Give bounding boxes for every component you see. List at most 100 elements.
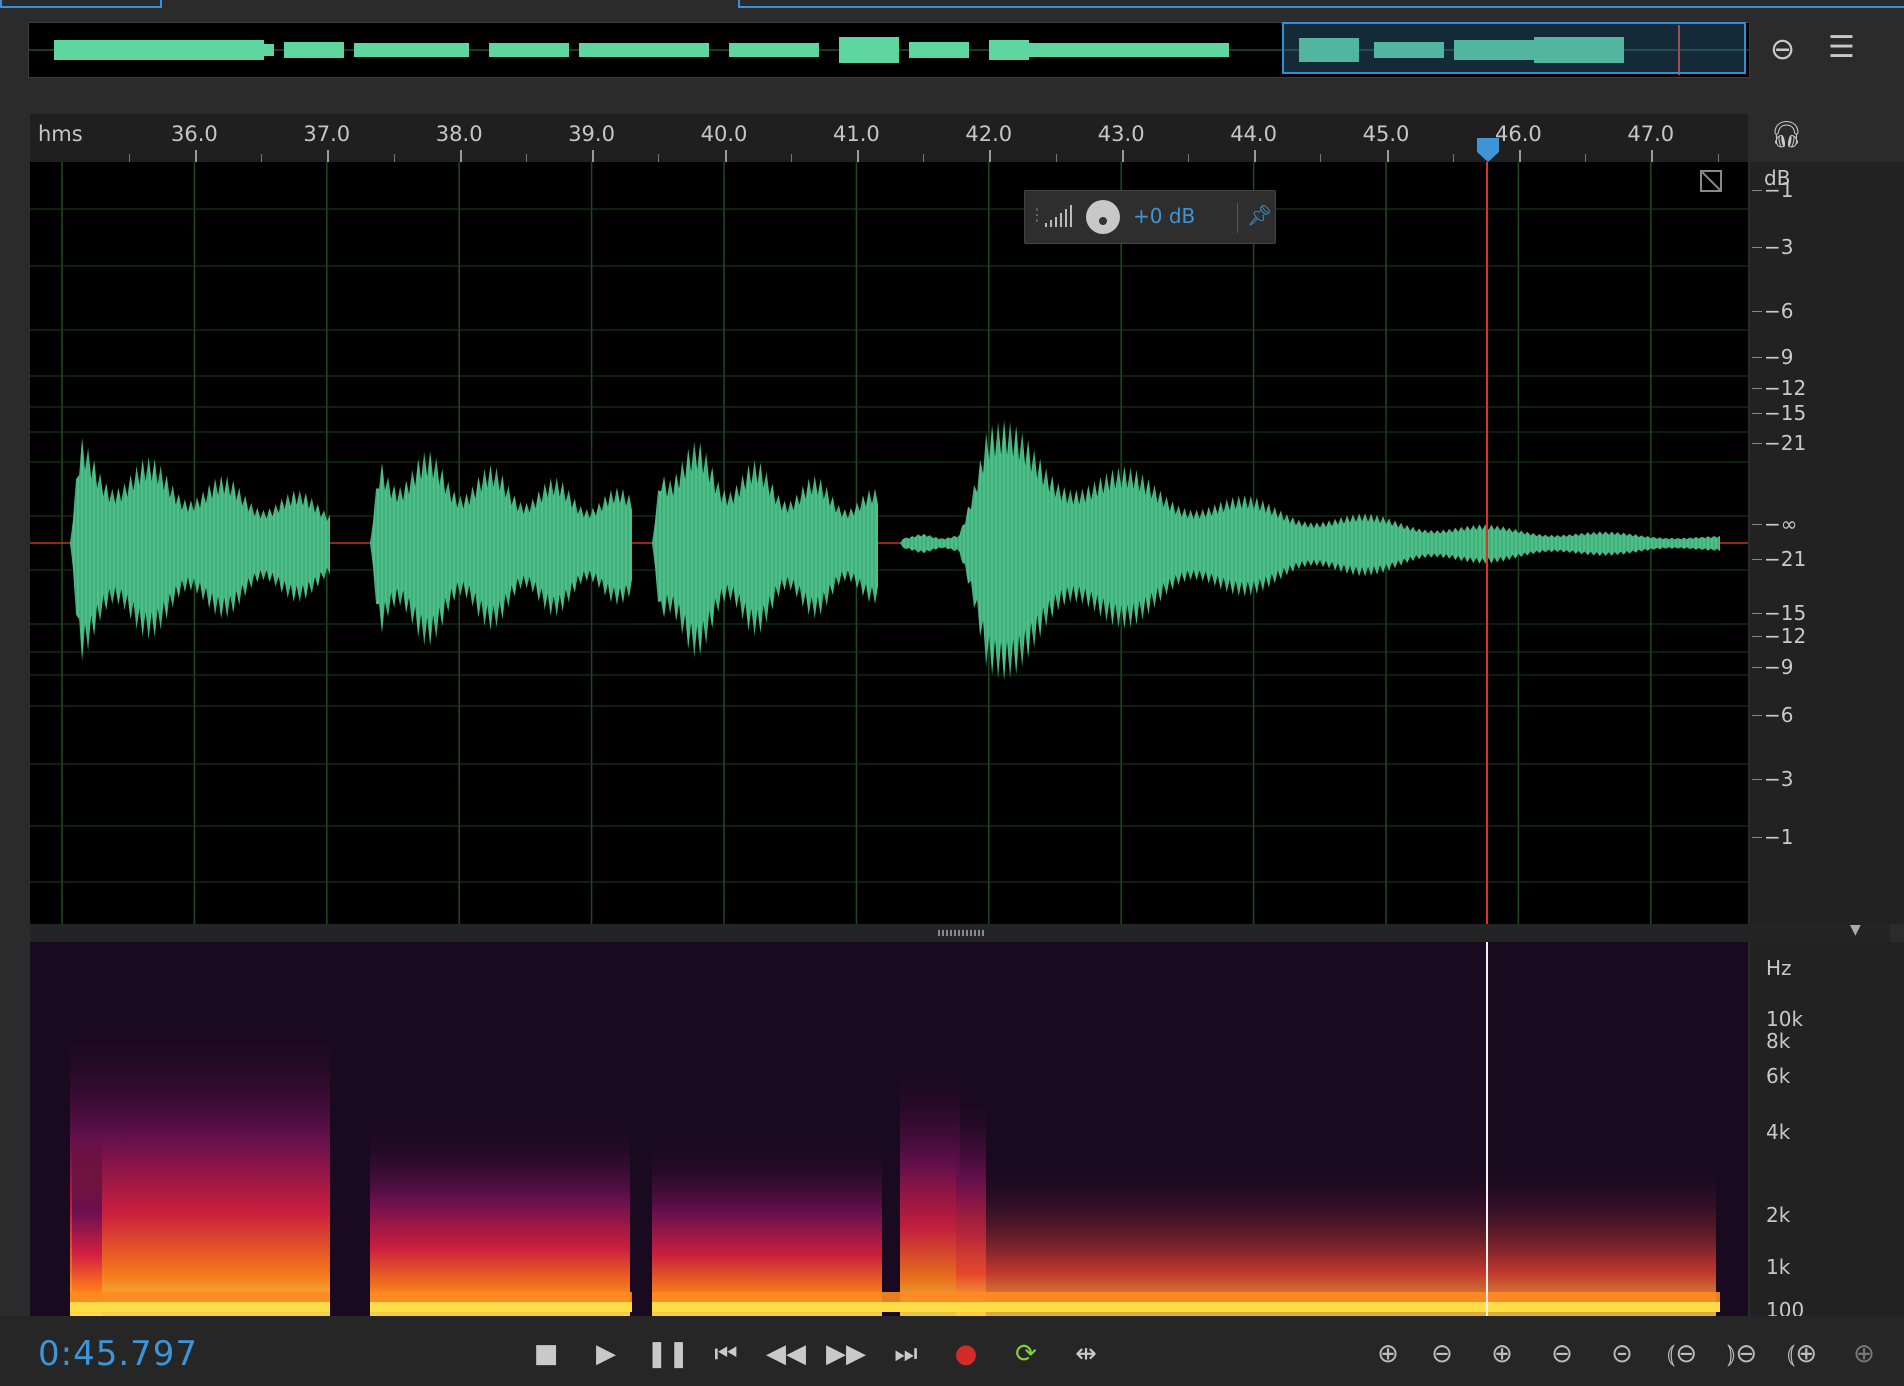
spectrogram-canvas [30,942,1748,1316]
ruler-major-tick [1519,150,1521,162]
db-scale-label: −12 [1764,376,1807,400]
ruler-minor-tick [1188,154,1189,162]
zoom-out-full-icon[interactable]: ⊖ [1770,32,1795,67]
db-scale-label: −21 [1764,547,1807,571]
zoom-to-selection-start-icon[interactable]: ⦅⊖ [1658,1336,1706,1372]
db-scale-tick [1752,413,1762,414]
ruler-major-tick [1386,150,1389,162]
hz-scale-label: 10k [1766,1007,1804,1031]
skip-selection-button[interactable]: ⇹ [1066,1336,1106,1372]
ruler-major-tick [195,150,197,162]
spectral-fundamental [70,1302,1720,1312]
gain-value[interactable]: +0 dB [1133,204,1195,228]
drag-handle-icon[interactable]: ⋮ [1029,205,1045,224]
time-display[interactable]: 0:45.797 [38,1334,198,1374]
db-scale-label: −12 [1764,624,1807,648]
spectral-gap [330,1242,370,1316]
zoom-out-time-icon[interactable]: ⊖ [1538,1336,1586,1372]
ruler-major-tick [989,150,992,162]
rewind-button[interactable]: ◀◀ [766,1336,806,1372]
ruler-minor-tick [1452,154,1454,162]
fast-forward-button[interactable]: ▶▶ [826,1336,866,1372]
db-scale-label: −9 [1764,655,1794,679]
db-scale-tick [1752,311,1762,312]
zoom-to-selection-icon[interactable]: ⦅⊕ [1778,1336,1826,1372]
ruler-minor-tick [1717,154,1719,162]
hz-scale-label: 6k [1766,1064,1791,1088]
pause-button[interactable]: ❚❚ [646,1336,690,1372]
hz-scale-label: 8k [1766,1029,1791,1053]
spectral-energy [370,1122,630,1316]
list-icon[interactable]: ☰ [1828,30,1855,65]
db-scale-tick [1752,559,1762,560]
waveform-canvas [30,162,1748,924]
playhead-marker[interactable] [1475,138,1501,164]
db-scale-tick [1752,190,1762,191]
zoom-out-amplitude-icon[interactable]: ⊖ [1418,1336,1466,1372]
spectral-energy [70,1022,330,1316]
stop-button[interactable]: ■ [526,1336,566,1372]
gain-hud[interactable]: ⋮ +0 dB 📌︎ [1024,190,1276,244]
zoom-into-selection-icon[interactable]: ⊕ [1840,1336,1888,1372]
db-scale-tick [1752,388,1762,389]
waveform-display[interactable] [30,162,1748,924]
ruler-tick-label: 42.0 [965,122,1013,146]
db-scale-label: −6 [1764,703,1794,727]
db-scale-label: −21 [1764,431,1807,455]
loop-playback-button[interactable]: ⟳ [1006,1336,1046,1372]
zoom-out-full-both-icon[interactable]: ⊝ [1598,1336,1646,1372]
db-scale-label: −3 [1764,235,1794,259]
ruler-major-tick [592,150,595,162]
amplitude-scale[interactable]: dB −1 −3 −6 −9 −12 −15 −21 −∞ −21 −15 −12 −9 −6 −3 −1 [1750,162,1904,924]
db-scale-tick [1752,524,1762,525]
chevron-down-icon[interactable]: ▼ [1850,922,1861,938]
frequency-scale[interactable]: Hz 10k 8k 6k 4k 2k 1k 100 [1750,942,1904,1322]
gain-knob[interactable] [1085,199,1121,235]
level-bars-icon [1045,205,1072,227]
ruler-tick-label: 38.0 [435,122,483,146]
splitter-grip[interactable] [938,930,984,936]
db-scale-tick [1752,779,1762,780]
ruler-major-tick [327,150,330,162]
overview-visible-range[interactable] [1282,22,1746,74]
time-ruler[interactable]: hms 36.0 37.0 38.0 39.0 40.0 41.0 42.0 43.0 44.0… [30,114,1748,162]
ruler-major-tick [459,150,462,162]
db-scale-label: −9 [1764,345,1794,369]
spectral-energy [900,1062,960,1316]
hz-scale-label: 4k [1766,1120,1791,1144]
db-scale-label: −3 [1764,767,1794,791]
ruler-tick-label: 45.0 [1362,122,1410,146]
pin-icon[interactable]: 📌︎ [1247,203,1272,227]
db-scale-tick [1752,837,1762,838]
tab-edge-right [738,0,1904,8]
play-button[interactable]: ▶ [586,1336,626,1372]
ruler-minor-tick [393,154,395,162]
zoom-to-selection-end-icon[interactable]: ⦆⊖ [1718,1336,1766,1372]
ruler-minor-tick [261,154,263,162]
ruler-tick-label: 39.0 [568,122,615,146]
zoom-in-time-icon[interactable]: ⊕ [1478,1336,1526,1372]
ruler-major-tick [1254,150,1257,162]
panel-splitter[interactable]: ▼ [30,922,1890,942]
hz-scale-title: Hz [1766,956,1792,980]
db-scale-tick [1752,247,1762,248]
spectral-frequency-display[interactable] [30,942,1748,1316]
db-scale-label: −15 [1764,601,1807,625]
db-scale-label: −∞ [1764,512,1798,536]
ruler-major-tick [857,150,859,162]
headphones-icon[interactable]: 🎧︎ [1770,120,1803,150]
zoom-toggle-icon[interactable] [1700,170,1722,192]
db-scale-label: −6 [1764,299,1794,323]
ruler-minor-tick [1055,154,1057,162]
ruler-major-tick [1121,150,1124,162]
hz-scale-label: 2k [1766,1203,1791,1227]
ruler-tick-label: 43.0 [1097,122,1145,146]
move-to-next-button[interactable]: ⏭ [886,1336,926,1372]
ruler-minor-tick [1320,154,1322,162]
move-to-previous-button[interactable]: ⏮ [706,1336,746,1372]
record-button[interactable]: ● [946,1336,986,1372]
spectral-gap [632,1242,652,1316]
zoom-in-amplitude-icon[interactable]: ⊕ [1364,1336,1412,1372]
db-scale-tick [1752,715,1762,716]
ruler-unit-label: hms [38,122,83,146]
